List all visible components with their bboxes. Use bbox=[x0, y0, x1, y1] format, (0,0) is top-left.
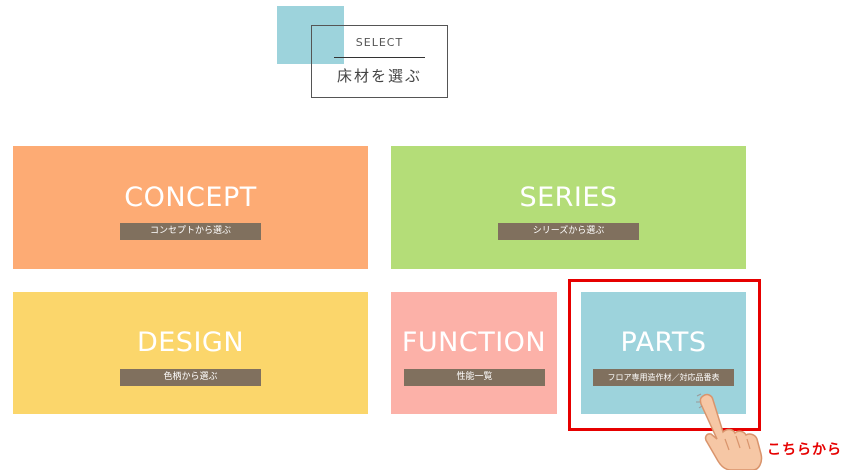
function-subtitle: 性能一覧 bbox=[404, 369, 545, 386]
concept-card[interactable]: CONCEPT コンセプトから選ぶ bbox=[13, 146, 368, 269]
concept-title: CONCEPT bbox=[124, 182, 257, 213]
section-heading: SELECT 床材を選ぶ bbox=[277, 6, 450, 98]
heading-divider bbox=[334, 57, 425, 58]
heading-jp: 床材を選ぶ bbox=[336, 67, 422, 85]
function-title: FUNCTION bbox=[401, 327, 547, 358]
series-title: SERIES bbox=[519, 182, 618, 213]
design-title: DESIGN bbox=[136, 327, 245, 358]
pointing-hand-icon bbox=[696, 393, 763, 470]
concept-subtitle: コンセプトから選ぶ bbox=[120, 223, 261, 240]
series-card[interactable]: SERIES シリーズから選ぶ bbox=[391, 146, 746, 269]
heading-en: SELECT bbox=[355, 36, 404, 49]
function-card[interactable]: FUNCTION 性能一覧 bbox=[391, 292, 557, 414]
design-card[interactable]: DESIGN 色柄から選ぶ bbox=[13, 292, 368, 414]
design-subtitle: 色柄から選ぶ bbox=[120, 369, 261, 386]
series-subtitle: シリーズから選ぶ bbox=[498, 223, 639, 240]
callout-text: こちらから bbox=[767, 442, 842, 458]
